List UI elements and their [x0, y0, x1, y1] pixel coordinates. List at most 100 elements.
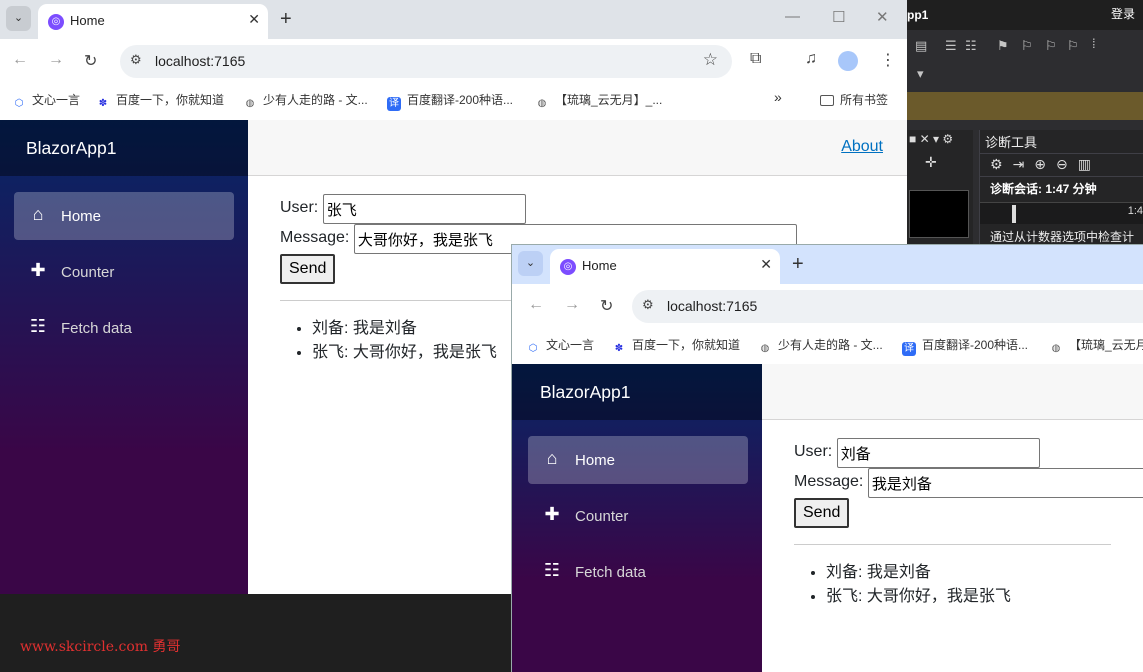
diagnostic-tools-panel: 诊断工具 ⚙⇥⊕⊖▥ 诊断会话: 1:47 分钟 1:4 通过从计数器选项中检查…: [979, 130, 1143, 260]
diag-title: 诊断工具: [985, 135, 1038, 150]
tab-title: Home: [582, 258, 617, 273]
media-control-icon[interactable]: ♫: [805, 50, 817, 68]
forward-icon[interactable]: →: [564, 296, 580, 314]
reload-icon[interactable]: ↻: [84, 51, 97, 71]
sidebar-item-counter[interactable]: ✚ Counter: [528, 492, 748, 540]
site-info-icon[interactable]: ⚙: [642, 297, 654, 313]
all-bookmarks-folder[interactable]: 所有书签: [820, 91, 888, 108]
bookmark-item[interactable]: ⬡ 文心一言: [12, 91, 80, 111]
url-text[interactable]: localhost:7165: [155, 53, 245, 69]
address-bar[interactable]: ⚙ localhost:7165 ☆: [120, 45, 732, 78]
bookmark-icon[interactable]: ⚐: [1021, 38, 1033, 54]
menu-icon[interactable]: ⋮: [880, 50, 896, 70]
send-button[interactable]: Send: [280, 254, 336, 284]
vs-project-name: pp1: [907, 8, 929, 22]
extensions-icon[interactable]: ⧉: [750, 50, 761, 68]
bookmark-star-icon[interactable]: ☆: [703, 50, 718, 70]
chart-icon[interactable]: ▥: [1078, 156, 1101, 172]
brand-title[interactable]: BlazorApp1: [0, 120, 248, 176]
profile-avatar[interactable]: [838, 51, 858, 71]
tab-home[interactable]: ◎ Home ✕: [38, 4, 268, 39]
dropdown-icon[interactable]: ▾: [917, 66, 924, 82]
sidebar-item-home[interactable]: ⌂ Home: [528, 436, 748, 484]
bookmark-item[interactable]: ◍ 【琉璃_云无月】_...: [535, 91, 663, 111]
forward-icon[interactable]: →: [48, 51, 64, 69]
reload-icon[interactable]: ↻: [600, 296, 613, 316]
sidebar-item-fetch-data[interactable]: ☷ Fetch data: [14, 304, 234, 352]
back-icon[interactable]: ←: [528, 296, 544, 314]
diag-toolbar: ⚙⇥⊕⊖▥: [980, 153, 1143, 177]
close-icon[interactable]: ✕: [760, 256, 772, 273]
sidebar-item-home[interactable]: ⌂ Home: [14, 192, 234, 240]
timeline-marker: [1012, 205, 1016, 223]
list-item: 刘备: 我是刘备: [826, 561, 1111, 585]
divider: [794, 544, 1111, 545]
vs-info-strip: [907, 92, 1143, 120]
sidebar-item-label: Fetch data: [575, 564, 646, 581]
vs-title-bar: pp1 登录: [907, 0, 1143, 30]
close-icon[interactable]: ✕: [248, 11, 260, 28]
close-window-icon[interactable]: ✕: [876, 8, 889, 26]
send-button[interactable]: Send: [794, 498, 850, 528]
blazor-favicon-icon: ◎: [48, 14, 64, 30]
more-bookmarks-button[interactable]: »: [774, 89, 782, 105]
address-bar[interactable]: ⚙ localhost:7165: [632, 290, 1143, 323]
zoom-out-icon[interactable]: ⊖: [1056, 156, 1078, 172]
split-icon[interactable]: ✛: [925, 154, 937, 171]
site-info-icon[interactable]: ⚙: [130, 52, 142, 68]
user-input[interactable]: [836, 438, 1040, 468]
diag-session-time: 诊断会话: 1:47 分钟: [990, 182, 1097, 196]
bookmark-item[interactable]: ◍ 【琉璃_云无月: [1049, 336, 1143, 356]
bookmark-icon[interactable]: ⚑: [997, 38, 1009, 54]
tab-title: Home: [70, 13, 105, 28]
bookmark-item[interactable]: ✽ 百度一下，你就知道: [96, 91, 224, 111]
bookmark-icon[interactable]: ⚐: [1045, 38, 1057, 54]
back-icon[interactable]: ←: [12, 51, 28, 69]
diag-timeline[interactable]: 1:4: [980, 202, 1143, 224]
url-text[interactable]: localhost:7165: [667, 298, 757, 314]
brand-title[interactable]: BlazorApp1: [512, 364, 762, 420]
message-input[interactable]: [867, 468, 1143, 498]
tab-home[interactable]: ◎ Home ✕: [550, 249, 780, 284]
minimize-icon[interactable]: —: [785, 8, 800, 25]
user-input[interactable]: [322, 194, 526, 224]
bookmark-item[interactable]: 译百度翻译-200种语...: [387, 91, 513, 111]
bookmark-item[interactable]: ✽ 百度一下，你就知道: [612, 336, 740, 356]
plus-icon: ✚: [544, 504, 560, 524]
sidebar-item-label: Fetch data: [61, 320, 132, 337]
tab-search-button[interactable]: ⌄: [518, 251, 543, 276]
overflow-icon[interactable]: ⁞: [1092, 36, 1096, 51]
wenxin-icon: ⬡: [528, 343, 538, 354]
export-icon[interactable]: ⇥: [1013, 156, 1035, 172]
bookmark-icon[interactable]: ⚐: [1067, 38, 1079, 54]
vs-login-link[interactable]: 登录: [1111, 5, 1135, 22]
sidebar-item-fetch-data[interactable]: ☷ Fetch data: [528, 548, 748, 596]
globe-icon: ◍: [1051, 343, 1061, 354]
settings-icon[interactable]: ⚙: [990, 156, 1013, 172]
timeline-label: 1:4: [1127, 205, 1143, 217]
close-icon[interactable]: ■ ✕ ▾ ⚙: [909, 132, 953, 146]
watermark-text: www.skcircle.com 勇哥: [20, 639, 181, 655]
vs-tool-icon[interactable]: ▤: [915, 38, 927, 54]
sidebar-item-counter[interactable]: ✚ Counter: [14, 248, 234, 296]
translate-icon: 译: [902, 342, 916, 356]
translate-icon: 译: [387, 97, 401, 111]
bookmark-item[interactable]: ⬡ 文心一言: [526, 336, 594, 356]
vs-tool-icon[interactable]: ☰: [945, 38, 957, 54]
maximize-icon[interactable]: ☐: [832, 8, 845, 26]
sidebar-item-label: Counter: [61, 264, 115, 281]
bookmark-item[interactable]: 译百度翻译-200种语...: [902, 336, 1028, 356]
new-tab-button[interactable]: +: [792, 253, 804, 276]
globe-icon: ◍: [760, 343, 770, 354]
bookmark-item[interactable]: ◍ 少有人走的路 - 文...: [243, 91, 368, 111]
top-row: About: [248, 120, 907, 176]
about-link[interactable]: About: [841, 138, 883, 156]
blazor-favicon-icon: ◎: [560, 259, 576, 275]
tab-search-button[interactable]: ⌄: [6, 6, 31, 31]
zoom-in-icon[interactable]: ⊕: [1034, 156, 1056, 172]
vs-toolbar: ▤ ☰ ☷ ⚑ ⚐ ⚐ ⚐ ⁞ ▾: [907, 30, 1143, 90]
vs-tool-icon[interactable]: ☷: [965, 38, 977, 54]
new-tab-button[interactable]: +: [280, 8, 292, 31]
bookmark-item[interactable]: ◍ 少有人走的路 - 文...: [758, 336, 883, 356]
blazor-app: BlazorApp1 ⌂ Home ✚ Counter ☷ Fetch data…: [512, 364, 1143, 672]
